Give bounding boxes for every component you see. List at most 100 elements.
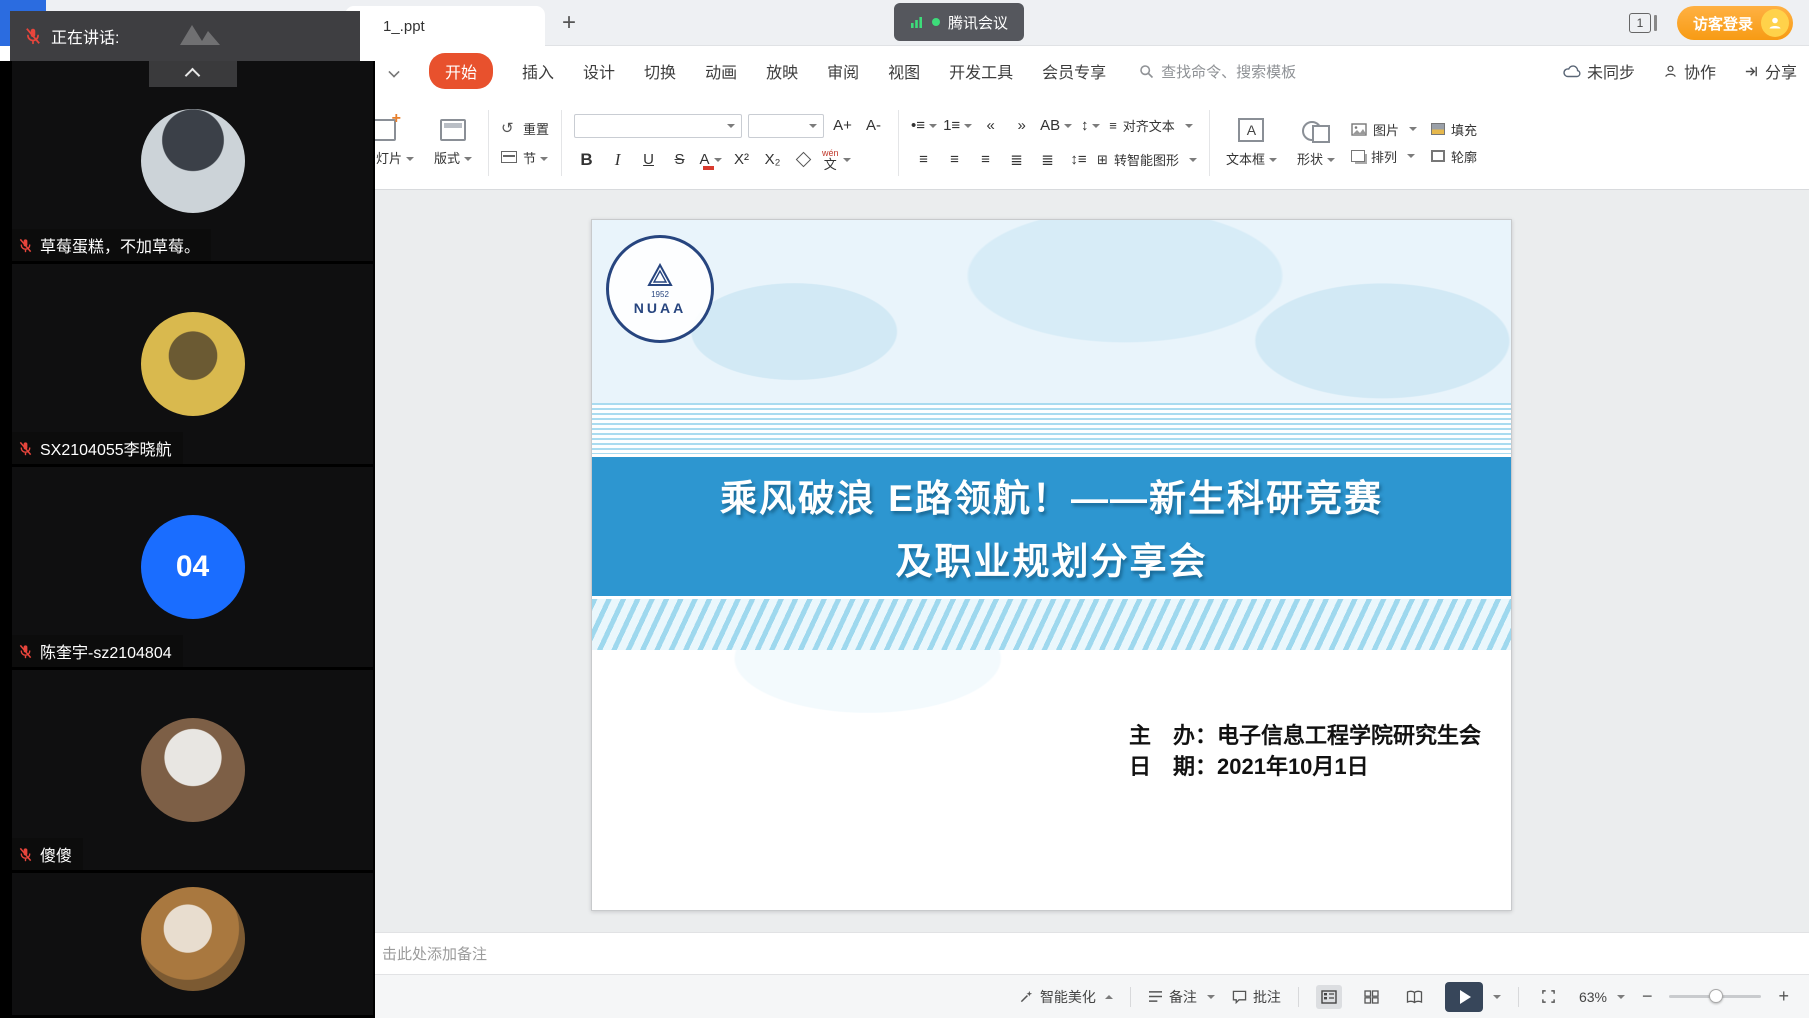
outline-label: 轮廓: [1451, 147, 1477, 166]
comments-button[interactable]: 批注: [1232, 987, 1281, 1007]
sync-status[interactable]: 未同步: [1563, 59, 1635, 83]
picture-label: 图片: [1373, 120, 1399, 139]
superscript-button[interactable]: X²: [729, 148, 754, 172]
tab-view[interactable]: 视图: [888, 59, 920, 83]
zoom-slider[interactable]: [1669, 995, 1761, 998]
collaborate-button[interactable]: 协作: [1663, 59, 1716, 83]
participant-tile[interactable]: 04 陈奎宇-sz2104804: [12, 467, 373, 667]
notes-button[interactable]: 备注: [1148, 987, 1215, 1007]
justify-button[interactable]: ≣: [1004, 148, 1029, 172]
font-name-select[interactable]: [574, 114, 742, 138]
layout-icon: [440, 119, 466, 141]
subscript-button[interactable]: X₂: [760, 148, 785, 172]
tab-slideshow[interactable]: 放映: [766, 59, 798, 83]
underline-button[interactable]: U: [636, 148, 661, 172]
tab-list-button[interactable]: 1: [1629, 13, 1657, 33]
italic-button[interactable]: I: [605, 148, 630, 172]
arrange-button[interactable]: 排列: [1351, 147, 1417, 166]
ribbon-search[interactable]: 查找命令、搜索模板: [1139, 61, 1296, 82]
shapes-label: 形状: [1297, 149, 1335, 168]
collapse-sidebar-button[interactable]: [149, 61, 237, 87]
text-box-button[interactable]: A 文本框: [1222, 116, 1281, 170]
tab-insert[interactable]: 插入: [522, 59, 554, 83]
text-effects-button[interactable]: [791, 148, 816, 172]
fill-button[interactable]: 填充: [1431, 120, 1477, 139]
slide-info-text[interactable]: 主 办：电子信息工程学院研究生会 日 期：2021年10月1日: [1129, 720, 1481, 782]
new-tab-button[interactable]: [552, 7, 586, 39]
decrease-font-button[interactable]: A-: [861, 114, 886, 138]
signal-bars-icon: [910, 15, 924, 29]
reset-label: 重置: [523, 119, 549, 138]
search-icon: [1139, 64, 1154, 79]
normal-view-button[interactable]: [1316, 985, 1342, 1009]
align-text-button[interactable]: ≡ 对齐文本: [1109, 116, 1193, 135]
tab-review[interactable]: 审阅: [827, 59, 859, 83]
reading-view-button[interactable]: [1402, 985, 1428, 1009]
line-spacing-icon: ↕: [1081, 117, 1089, 134]
fill-label: 填充: [1451, 120, 1477, 139]
slide-title-line2: 及职业规划分享会: [896, 531, 1208, 585]
zoom-level[interactable]: 63%: [1579, 989, 1625, 1005]
tab-design[interactable]: 设计: [583, 59, 615, 83]
ribbon-collapse-icon[interactable]: [388, 65, 400, 77]
sync-label: 未同步: [1587, 59, 1635, 83]
smart-graphic-button[interactable]: ⊞ 转智能图形: [1097, 150, 1197, 169]
phonetic-guide-button[interactable]: wén 文: [822, 148, 851, 172]
zoom-slider-thumb[interactable]: [1709, 989, 1723, 1003]
outline-button[interactable]: 轮廓: [1431, 147, 1477, 166]
tab-developer[interactable]: 开发工具: [949, 59, 1013, 83]
grid-view-icon: [1364, 990, 1379, 1004]
section-icon: [501, 151, 517, 163]
reset-button[interactable]: 重置: [501, 119, 549, 138]
slide-title-banner[interactable]: 乘风破浪 E路领航！——新生科研竞赛 及职业规划分享会: [592, 457, 1511, 596]
align-left-button[interactable]: ≡: [911, 148, 936, 172]
smart-beautify-button[interactable]: 智能美化: [1019, 987, 1113, 1007]
text-box-icon: A: [1238, 118, 1264, 142]
distribute-button[interactable]: ≣: [1035, 148, 1060, 172]
font-color-button[interactable]: A: [698, 148, 723, 172]
meeting-floating-bar[interactable]: 腾讯会议: [894, 3, 1024, 41]
section-button[interactable]: 节: [501, 148, 549, 167]
phonetic-char: 文: [824, 158, 837, 171]
layout-button[interactable]: 版式: [430, 117, 476, 169]
increase-indent-button[interactable]: »: [1009, 114, 1034, 138]
text-direction-button[interactable]: AB: [1040, 114, 1072, 138]
line-spacing-button[interactable]: ↕: [1078, 114, 1103, 138]
align-right-button[interactable]: ≡: [973, 148, 998, 172]
document-tab[interactable]: 1_.ppt: [345, 6, 545, 46]
strikethrough-button[interactable]: S: [667, 148, 692, 172]
zoom-out-button[interactable]: −: [1642, 986, 1653, 1007]
tab-home[interactable]: 开始: [429, 53, 493, 89]
guest-login-button[interactable]: 访客登录: [1677, 6, 1793, 40]
participant-tile[interactable]: SX2104055李晓航: [12, 264, 373, 464]
participant-tile[interactable]: [12, 873, 373, 1015]
play-slideshow-button[interactable]: [1445, 982, 1501, 1012]
muted-mic-icon: [18, 847, 33, 862]
row-spacing-button[interactable]: ↕≡: [1066, 148, 1091, 172]
decrease-indent-button[interactable]: «: [978, 114, 1003, 138]
shapes-button[interactable]: 形状: [1293, 116, 1339, 170]
stripe-band-bottom: [592, 599, 1511, 650]
share-button[interactable]: 分享: [1744, 59, 1797, 83]
fit-slide-button[interactable]: [1536, 985, 1562, 1009]
zoom-in-button[interactable]: +: [1778, 986, 1789, 1007]
bold-button[interactable]: B: [574, 148, 599, 172]
shapes-icon: [1302, 118, 1330, 142]
tab-member[interactable]: 会员专享: [1042, 59, 1106, 83]
tab-animation[interactable]: 动画: [705, 59, 737, 83]
recording-dot-icon: [932, 18, 940, 26]
picture-button[interactable]: 图片: [1351, 120, 1417, 139]
slide[interactable]: 1952 NUAA 乘风破浪 E路领航！——新生科研竞赛 及职业规划分享会 主 …: [591, 219, 1512, 911]
participant-tile[interactable]: 傻傻: [12, 670, 373, 870]
align-center-button[interactable]: ≡: [942, 148, 967, 172]
participant-avatar: 04: [141, 515, 245, 619]
numbering-icon: 1≡: [943, 117, 960, 134]
organizer-line: 主 办：电子信息工程学院研究生会: [1129, 720, 1481, 751]
numbering-button[interactable]: 1≡: [943, 114, 972, 138]
participant-tile[interactable]: 草莓蛋糕，不加草莓。: [12, 61, 373, 261]
tab-transition[interactable]: 切换: [644, 59, 676, 83]
font-size-select[interactable]: [748, 114, 824, 138]
bullets-button[interactable]: •≡: [911, 114, 937, 138]
increase-font-button[interactable]: A+: [830, 114, 855, 138]
slide-sorter-view-button[interactable]: [1359, 985, 1385, 1009]
